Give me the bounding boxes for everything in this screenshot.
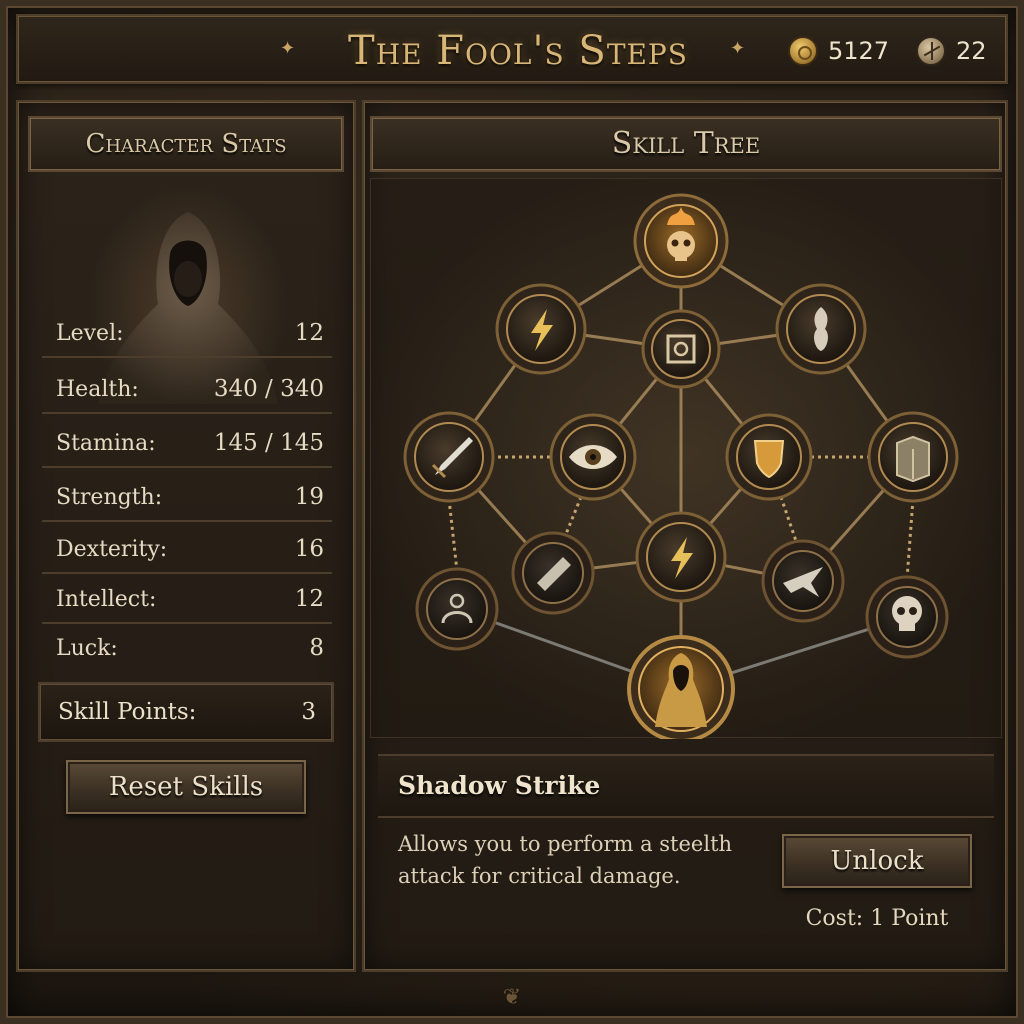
stat-row-health: Health: 340 / 340 bbox=[42, 366, 332, 414]
skill-node-lightning-left[interactable] bbox=[495, 283, 587, 375]
skill-node-rune[interactable] bbox=[641, 309, 721, 389]
stat-value: 145 / 145 bbox=[213, 430, 324, 456]
skill-tree-panel: Skill Tree Shadow Strike Allows you to p… bbox=[362, 100, 1008, 972]
skill-node-dagger[interactable] bbox=[403, 411, 495, 503]
skill-cost: Cost: 1 Point bbox=[805, 906, 949, 931]
skill-node-skull[interactable] bbox=[865, 575, 949, 659]
skill-node-scroll[interactable] bbox=[511, 531, 595, 615]
stat-row-dexterity: Dexterity: 16 bbox=[42, 526, 332, 574]
skill-node-bird[interactable] bbox=[761, 539, 845, 623]
stat-label: Strength: bbox=[56, 484, 163, 510]
stat-label: Level: bbox=[56, 320, 124, 346]
stat-value: 12 bbox=[294, 320, 324, 346]
skill-points-label: Skill Points: bbox=[58, 699, 197, 725]
gem-amount: 22 bbox=[956, 37, 987, 65]
stat-value: 12 bbox=[294, 586, 324, 612]
stat-label: Intellect: bbox=[56, 586, 157, 612]
skill-node-spirit[interactable] bbox=[775, 283, 867, 375]
stat-value: 8 bbox=[309, 635, 324, 661]
stat-label: Stamina: bbox=[56, 430, 156, 456]
gold-amount: 5127 bbox=[828, 37, 890, 65]
stat-value: 340 / 340 bbox=[213, 376, 324, 402]
unlock-button[interactable]: Unlock bbox=[782, 834, 972, 888]
stat-row-intellect: Intellect: 12 bbox=[42, 576, 332, 624]
skill-node-shield[interactable] bbox=[725, 413, 813, 501]
skill-tree-title: Skill Tree bbox=[370, 116, 1002, 172]
gold-coin-icon bbox=[788, 36, 818, 66]
stats-panel-title: Character Stats bbox=[28, 116, 344, 172]
header-bar: ✦ The Fool's Steps ✦ 5127 22 bbox=[16, 14, 1008, 84]
stat-value: 19 bbox=[294, 484, 324, 510]
skill-points-value: 3 bbox=[301, 699, 316, 725]
gold-counter: 5127 bbox=[788, 36, 889, 66]
stat-row-luck: Luck: 8 bbox=[42, 624, 332, 672]
skill-node-lightning-center[interactable] bbox=[635, 511, 727, 603]
bottom-ornament-icon: ❦ bbox=[502, 985, 522, 1010]
selected-skill-name: Shadow Strike bbox=[378, 754, 994, 818]
stat-label: Health: bbox=[56, 376, 139, 402]
flaming-skull-icon bbox=[667, 231, 695, 259]
game-title: The Fool's Steps bbox=[348, 28, 688, 74]
ornament-star-icon: ✦ bbox=[280, 38, 296, 59]
selected-skill-description: Allows you to perform a steelth attack f… bbox=[398, 832, 733, 888]
stat-label: Dexterity: bbox=[56, 536, 168, 562]
skill-points-box: Skill Points: 3 bbox=[38, 682, 334, 742]
skill-node-shadow-strike[interactable] bbox=[627, 635, 735, 739]
character-stats-panel: Character Stats Level: 12 Health: 340 / … bbox=[16, 100, 356, 972]
reset-skills-button[interactable]: Reset Skills bbox=[66, 760, 306, 814]
skill-node-amulet[interactable] bbox=[415, 567, 499, 651]
ornament-star-icon: ✦ bbox=[730, 38, 746, 59]
skill-node-cube[interactable] bbox=[867, 411, 959, 503]
stat-row-level: Level: 12 bbox=[42, 310, 332, 358]
skill-tree-area bbox=[370, 178, 1002, 739]
skill-tree-graph bbox=[403, 193, 959, 739]
stat-row-strength: Strength: 19 bbox=[42, 474, 332, 522]
stat-label: Luck: bbox=[56, 635, 118, 661]
gem-icon bbox=[916, 36, 946, 66]
stat-row-stamina: Stamina: 145 / 145 bbox=[42, 420, 332, 468]
skill-node-eye[interactable] bbox=[549, 413, 637, 501]
stat-value: 16 bbox=[294, 536, 324, 562]
gem-counter: 22 bbox=[916, 36, 987, 66]
skill-node-flaming-skull[interactable] bbox=[633, 193, 729, 289]
